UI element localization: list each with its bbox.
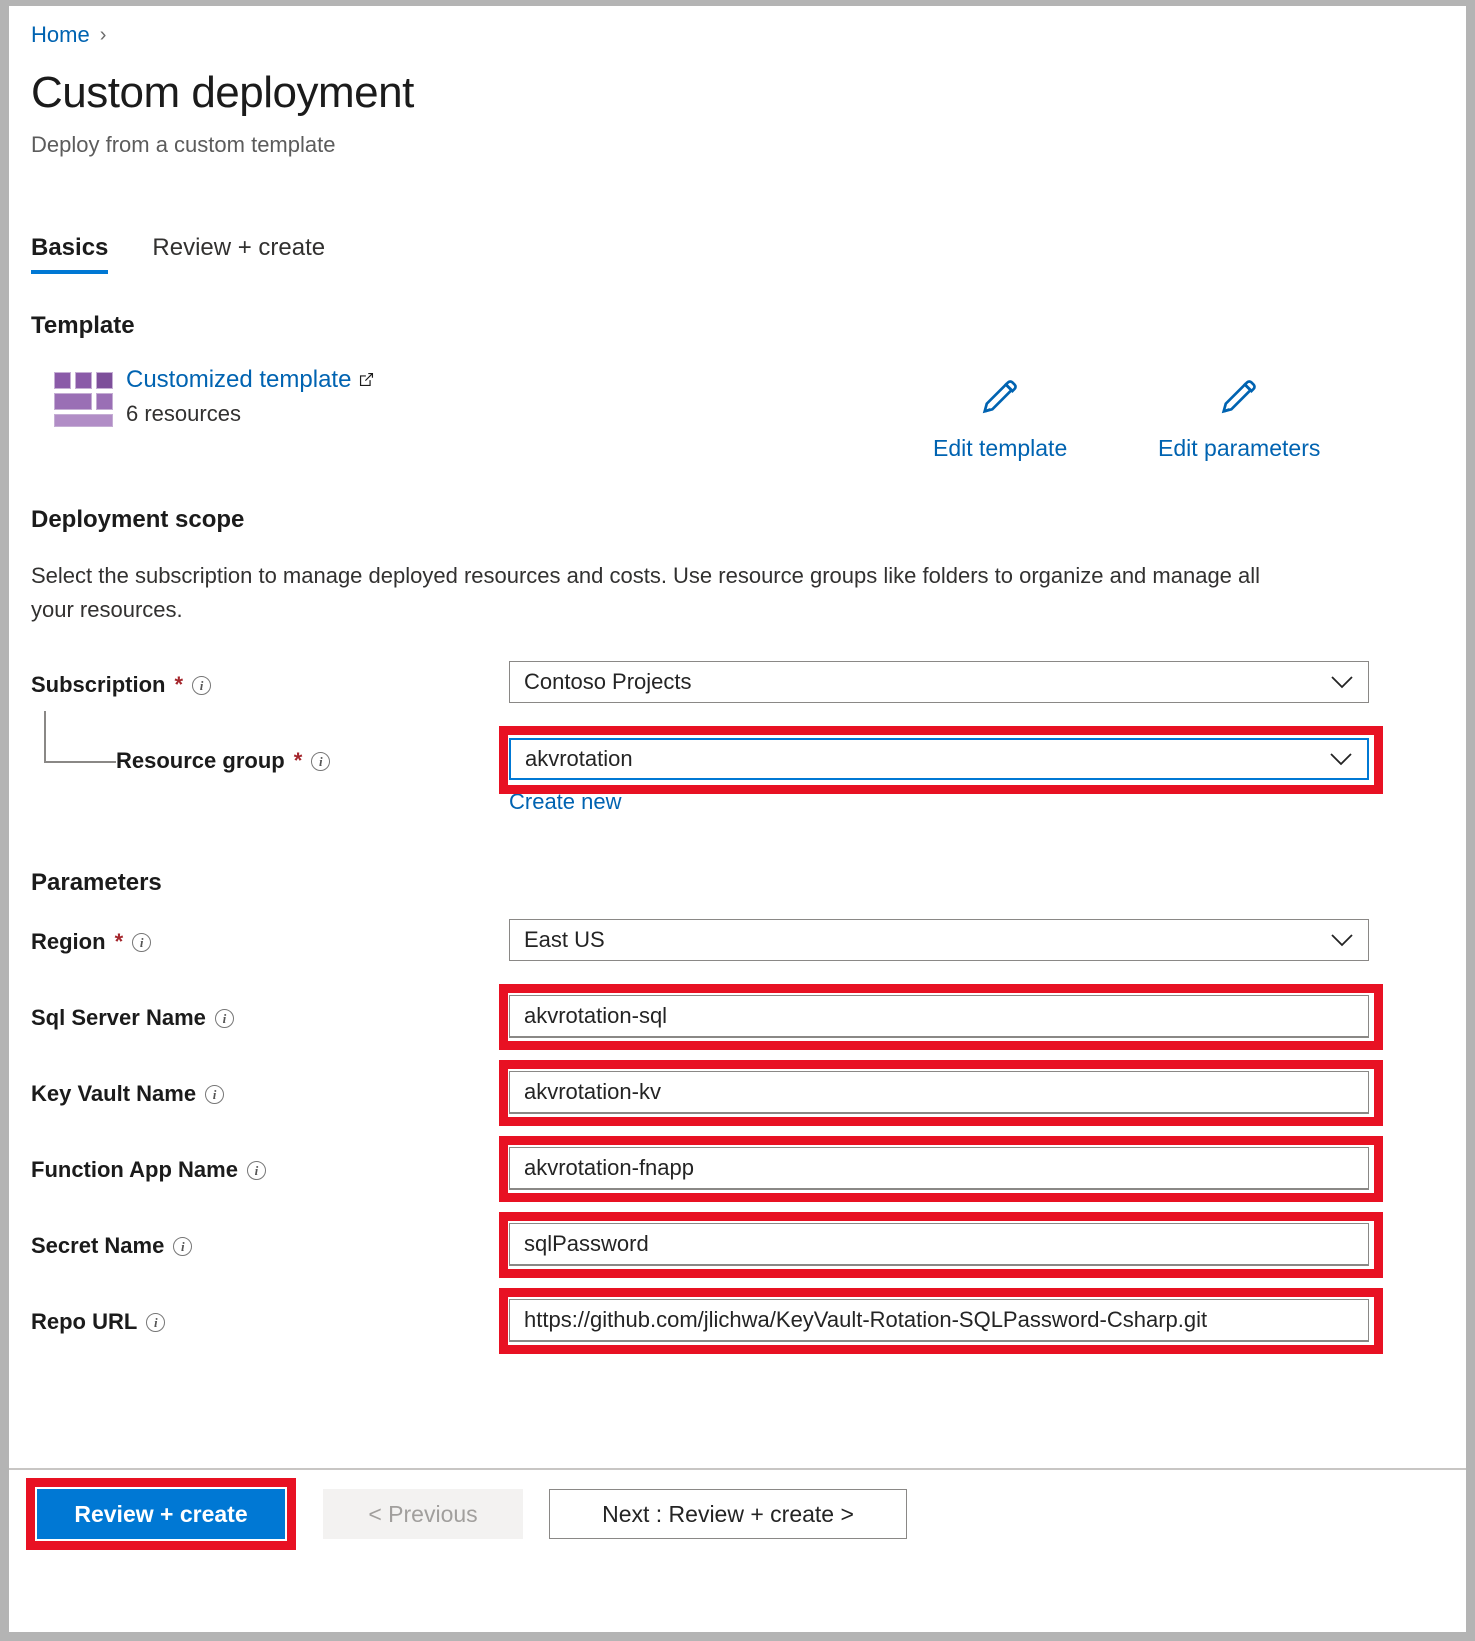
resource-group-select[interactable]: akvrotation <box>509 738 1369 780</box>
region-required-marker: * <box>114 929 124 954</box>
function-app-name-value: akvrotation-fnapp <box>524 1155 694 1180</box>
edit-template-button[interactable]: Edit template <box>933 374 1067 462</box>
deployment-scope-description: Select the subscription to manage deploy… <box>31 563 1261 623</box>
function-app-name-underline <box>509 1188 1369 1190</box>
next-review-create-button[interactable]: Next : Review + create > <box>549 1489 907 1539</box>
resource-group-label: Resource group * i <box>116 748 331 774</box>
function-app-name-label-text: Function App Name <box>31 1157 238 1182</box>
repo-url-label-text: Repo URL <box>31 1309 138 1334</box>
chevron-down-icon <box>1330 669 1354 695</box>
region-label: Region * i <box>31 929 152 955</box>
secret-name-label-text: Secret Name <box>31 1233 165 1258</box>
repo-url-value: https://github.com/jlichwa/KeyVault-Rota… <box>524 1307 1208 1332</box>
tab-review-create[interactable]: Review + create <box>152 234 325 274</box>
secret-name-label: Secret Name i <box>31 1233 193 1259</box>
info-icon[interactable]: i <box>132 932 152 952</box>
secret-name-value: sqlPassword <box>524 1231 649 1256</box>
edit-parameters-button[interactable]: Edit parameters <box>1158 374 1320 462</box>
previous-button[interactable]: < Previous <box>323 1489 523 1539</box>
edit-parameters-label: Edit parameters <box>1158 435 1321 461</box>
info-icon[interactable]: i <box>246 1160 266 1180</box>
key-vault-name-label: Key Vault Name i <box>31 1081 225 1107</box>
resource-group-required-marker: * <box>293 748 303 773</box>
chevron-down-icon <box>1330 927 1354 953</box>
info-icon[interactable]: i <box>214 1008 234 1028</box>
template-resource-count: 6 resources <box>126 401 241 426</box>
breadcrumb-home-link[interactable]: Home <box>31 22 90 48</box>
info-icon[interactable]: i <box>205 1084 225 1104</box>
region-label-text: Region <box>31 929 106 954</box>
secret-name-underline <box>509 1264 1369 1266</box>
repo-url-input[interactable]: https://github.com/jlichwa/KeyVault-Rota… <box>509 1299 1369 1341</box>
subscription-required-marker: * <box>174 672 184 697</box>
parameters-heading: Parameters <box>31 869 162 896</box>
blade-left-rule <box>6 6 9 1632</box>
deployment-scope-heading: Deployment scope <box>31 506 245 533</box>
external-link-icon <box>357 368 376 396</box>
resource-group-tree-connector <box>44 711 116 763</box>
resource-group-value: akvrotation <box>525 746 633 771</box>
info-icon[interactable]: i <box>173 1236 193 1256</box>
template-section-heading: Template <box>31 312 135 339</box>
key-vault-name-label-text: Key Vault Name <box>31 1081 197 1106</box>
key-vault-name-value: akvrotation-kv <box>524 1079 661 1104</box>
pencil-icon <box>977 374 1023 425</box>
pencil-icon <box>1216 374 1262 425</box>
tab-bar: Basics Review + create <box>31 234 325 274</box>
footer-divider <box>9 1468 1466 1470</box>
chevron-down-icon <box>1329 746 1353 772</box>
function-app-name-input[interactable]: akvrotation-fnapp <box>509 1147 1369 1189</box>
subscription-label-text: Subscription <box>31 672 166 697</box>
sql-server-name-input[interactable]: akvrotation-sql <box>509 995 1369 1037</box>
region-value: East US <box>524 927 605 952</box>
create-new-resource-group-link[interactable]: Create new <box>509 789 622 815</box>
page-title: Custom deployment <box>31 68 414 117</box>
region-select[interactable]: East US <box>509 919 1369 961</box>
sql-server-name-value: akvrotation-sql <box>524 1003 668 1028</box>
key-vault-name-underline <box>509 1112 1369 1114</box>
subscription-value: Contoso Projects <box>524 669 692 694</box>
page-subtitle: Deploy from a custom template <box>31 132 336 157</box>
edit-template-label: Edit template <box>933 435 1068 461</box>
breadcrumb-separator-icon: › <box>99 23 107 46</box>
subscription-select[interactable]: Contoso Projects <box>509 661 1369 703</box>
customized-template-label: Customized template <box>126 366 352 393</box>
custom-deployment-blade: Home › Custom deployment Deploy from a c… <box>6 6 1466 1632</box>
info-icon[interactable]: i <box>192 675 212 695</box>
repo-url-label: Repo URL i <box>31 1309 166 1335</box>
breadcrumb: Home › <box>31 22 106 48</box>
function-app-name-label: Function App Name i <box>31 1157 266 1183</box>
blade-container: Home › Custom deployment Deploy from a c… <box>6 6 1469 1635</box>
resource-group-label-text: Resource group <box>116 748 285 773</box>
info-icon[interactable]: i <box>146 1312 166 1332</box>
sql-server-name-label: Sql Server Name i <box>31 1005 234 1031</box>
customized-template-link[interactable]: Customized template <box>126 366 376 396</box>
tab-basics[interactable]: Basics <box>31 234 109 274</box>
secret-name-input[interactable]: sqlPassword <box>509 1223 1369 1265</box>
sql-server-name-label-text: Sql Server Name <box>31 1005 206 1030</box>
sql-server-name-underline <box>509 1036 1369 1038</box>
info-icon[interactable]: i <box>311 751 331 771</box>
repo-url-underline <box>509 1340 1369 1342</box>
review-create-button[interactable]: Review + create <box>37 1489 285 1539</box>
template-grid-icon <box>54 372 113 428</box>
subscription-label: Subscription * i <box>31 672 212 698</box>
key-vault-name-input[interactable]: akvrotation-kv <box>509 1071 1369 1113</box>
